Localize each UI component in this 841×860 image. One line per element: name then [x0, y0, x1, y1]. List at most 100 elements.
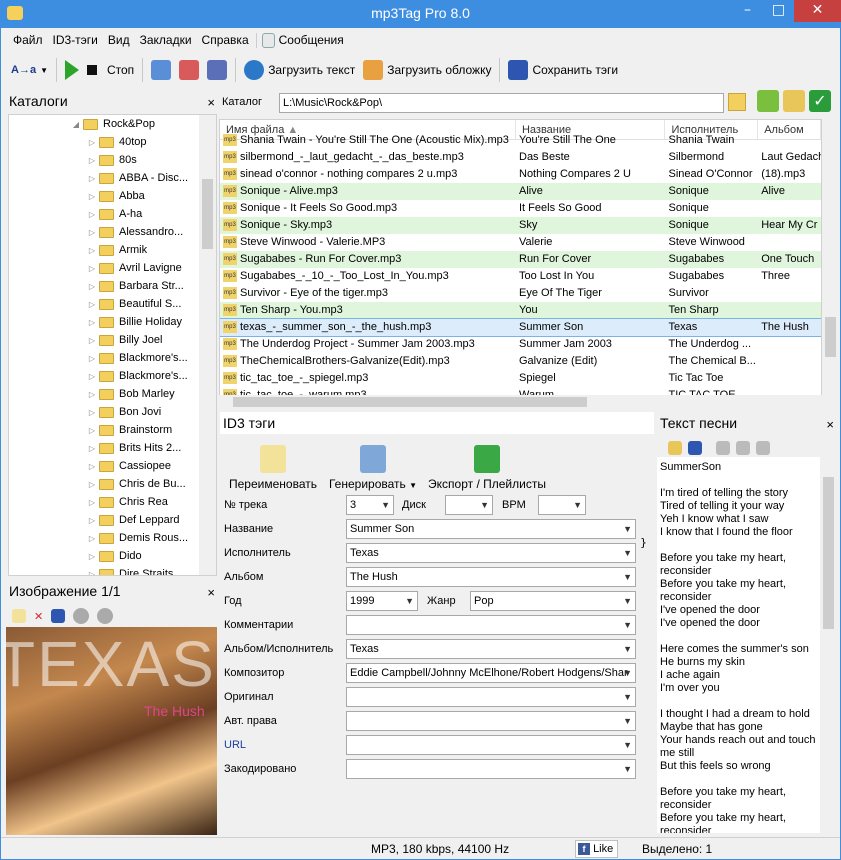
- file-row[interactable]: mp3 Sonique - Sky.mp3 Sky Sonique Hear My Cr: [220, 217, 821, 234]
- tag-tool-2[interactable]: [176, 56, 202, 84]
- copyright-field[interactable]: ▼: [346, 711, 636, 731]
- menu-messages[interactable]: Сообщения: [255, 32, 349, 48]
- tree-item[interactable]: ▷ 80s: [9, 151, 216, 169]
- menu-help[interactable]: Справка: [197, 33, 254, 47]
- generate-button[interactable]: Генерировать ▼: [328, 445, 418, 491]
- close-lyrics-button[interactable]: ×: [826, 414, 834, 436]
- tree-item[interactable]: ▷ Blackmore's...: [9, 349, 216, 367]
- file-hscroll-thumb[interactable]: [233, 397, 587, 407]
- folder-up-icon[interactable]: [757, 90, 779, 112]
- file-vscroll-thumb[interactable]: [825, 317, 836, 357]
- bpm-field[interactable]: ▼: [538, 495, 586, 515]
- close-image-button[interactable]: ×: [207, 582, 215, 604]
- file-row[interactable]: mp3 Sugababes_-_10_-_Too_Lost_In_You.mp3 T…: [220, 268, 821, 285]
- tree-item[interactable]: ▷ Brits Hits 2...: [9, 439, 216, 457]
- albumartist-field[interactable]: Texas ▼: [346, 639, 636, 659]
- file-row[interactable]: mp3 Steve Winwood - Valerie.MP3 Valerie Ste…: [220, 234, 821, 251]
- encoded-field[interactable]: ▼: [346, 759, 636, 779]
- minimize-button[interactable]: –: [732, 0, 763, 22]
- file-row[interactable]: mp3 Sonique - Alive.mp3 Alive Sonique Alive: [220, 183, 821, 200]
- file-row[interactable]: mp3 texas_-_summer_son_-_the_hush.mp3 Summ…: [220, 318, 821, 337]
- file-row[interactable]: mp3 tic_tac_toe_-_spiegel.mp3 Spiegel Tic T…: [220, 370, 821, 387]
- browse-folder-icon[interactable]: [728, 93, 746, 111]
- new-image-icon[interactable]: [12, 609, 26, 623]
- tag-tool-1[interactable]: [148, 56, 174, 84]
- album-field[interactable]: The Hush ▼: [346, 567, 636, 587]
- save-image-icon[interactable]: [51, 609, 66, 623]
- file-row[interactable]: mp3 Shania Twain - You're Still The One (…: [220, 132, 821, 149]
- load-cover-button[interactable]: Загрузить обложку: [360, 56, 494, 84]
- artist-field[interactable]: Texas ▼: [346, 543, 636, 563]
- tree-item[interactable]: ▷ A-ha: [9, 205, 216, 223]
- title-field[interactable]: Summer Son ▼: [346, 519, 636, 539]
- load-text-button[interactable]: Загрузить текст: [241, 56, 358, 84]
- save-tags-button[interactable]: Сохранить тэги: [505, 56, 621, 84]
- tree-item[interactable]: ▷ Chris Rea: [9, 493, 216, 511]
- delete-image-icon[interactable]: ✕: [34, 610, 43, 623]
- track-field[interactable]: 3 ▼: [346, 495, 394, 515]
- disc-field[interactable]: ▼: [445, 495, 493, 515]
- tree-item[interactable]: ▷ Dido: [9, 547, 216, 565]
- tree-item[interactable]: ▷ Barbara Str...: [9, 277, 216, 295]
- tree-item[interactable]: ▷ Avril Lavigne: [9, 259, 216, 277]
- tree-item[interactable]: ▷ Blackmore's...: [9, 367, 216, 385]
- file-vscroll[interactable]: [822, 119, 839, 396]
- tree-item[interactable]: ▷ Demis Rous...: [9, 529, 216, 547]
- tree-root[interactable]: ◢ Rock&Pop: [9, 115, 216, 133]
- next-image-icon[interactable]: [97, 608, 114, 624]
- original-field[interactable]: ▼: [346, 687, 636, 707]
- cut-icon[interactable]: [716, 441, 730, 455]
- lyrics-scrollbar[interactable]: [820, 461, 837, 833]
- menu-id3[interactable]: ID3-тэги: [48, 33, 103, 47]
- comment-field[interactable]: ▼: [346, 615, 636, 635]
- prev-image-icon[interactable]: [73, 608, 90, 624]
- export-button[interactable]: Экспорт / Плейлисты: [426, 445, 548, 491]
- apply-check-icon[interactable]: ✓: [809, 90, 831, 112]
- maximize-button[interactable]: □: [763, 0, 794, 22]
- tree-item[interactable]: ▷ Bob Marley: [9, 385, 216, 403]
- copy-icon[interactable]: [736, 441, 750, 455]
- like-button[interactable]: f Like: [575, 840, 619, 858]
- file-row[interactable]: mp3 Survivor - Eye of the tiger.mp3 Eye Of…: [220, 285, 821, 302]
- tree-item[interactable]: ▷ Billy Joel: [9, 331, 216, 349]
- composer-field[interactable]: Eddie Campbell/Johnny McElhone/Robert Ho…: [346, 663, 636, 683]
- menu-view[interactable]: Вид: [103, 33, 135, 47]
- paste-icon[interactable]: [756, 441, 770, 455]
- save-lyrics-icon[interactable]: [688, 441, 702, 455]
- file-row[interactable]: mp3 The Underdog Project - Summer Jam 200…: [220, 336, 821, 353]
- play-button[interactable]: [62, 56, 82, 84]
- tree-scrollbar[interactable]: [199, 115, 216, 575]
- genre-field[interactable]: Pop ▼: [470, 591, 636, 611]
- menu-file[interactable]: Файл: [8, 33, 48, 47]
- tree-scroll-thumb[interactable]: [202, 179, 213, 249]
- close-button[interactable]: ✕: [794, 0, 841, 22]
- open-folder-icon[interactable]: [783, 90, 805, 112]
- lyrics-scroll-thumb[interactable]: [823, 477, 834, 629]
- tree-item[interactable]: ▷ Cassiopee: [9, 457, 216, 475]
- tree-item[interactable]: ▷ Dire Straits: [9, 565, 216, 575]
- url-field[interactable]: ▼: [346, 735, 636, 755]
- file-hscroll[interactable]: [219, 395, 822, 409]
- file-row[interactable]: mp3 Sonique - It Feels So Good.mp3 It Feel…: [220, 200, 821, 217]
- catalog-tree[interactable]: ◢ Rock&Pop ▷ 40top ▷ 80s ▷ ABBA - Disc... ▷ Abba…: [8, 114, 217, 576]
- path-input[interactable]: L:\Music\Rock&Pop\: [279, 93, 724, 113]
- file-row[interactable]: mp3 TheChemicalBrothers-Galvanize(Edit).m…: [220, 353, 821, 370]
- tree-item[interactable]: ▷ ABBA - Disc...: [9, 169, 216, 187]
- stop-button[interactable]: Стоп: [84, 56, 137, 84]
- tree-item[interactable]: ▷ Brainstorm: [9, 421, 216, 439]
- tree-item[interactable]: ▷ Def Leppard: [9, 511, 216, 529]
- tree-item[interactable]: ▷ Abba: [9, 187, 216, 205]
- tree-item[interactable]: ▷ Armik: [9, 241, 216, 259]
- tag-tool-3[interactable]: [204, 56, 230, 84]
- tree-item[interactable]: ▷ Beautiful S...: [9, 295, 216, 313]
- file-row[interactable]: mp3 Sugababes - Run For Cover.mp3 Run For …: [220, 251, 821, 268]
- file-row[interactable]: mp3 Ten Sharp - You.mp3 You Ten Sharp: [220, 302, 821, 319]
- tree-item[interactable]: ▷ Billie Holiday: [9, 313, 216, 331]
- tree-item[interactable]: ▷ Bon Jovi: [9, 403, 216, 421]
- year-field[interactable]: 1999 ▼: [346, 591, 418, 611]
- tree-item[interactable]: ▷ Chris de Bu...: [9, 475, 216, 493]
- rename-button[interactable]: Переименовать: [226, 445, 320, 491]
- tree-item[interactable]: ▷ Alessandro...: [9, 223, 216, 241]
- menu-bookmarks[interactable]: Закладки: [135, 33, 197, 47]
- lyrics-text[interactable]: SummerSon I'm tired of telling the story T…: [657, 457, 820, 833]
